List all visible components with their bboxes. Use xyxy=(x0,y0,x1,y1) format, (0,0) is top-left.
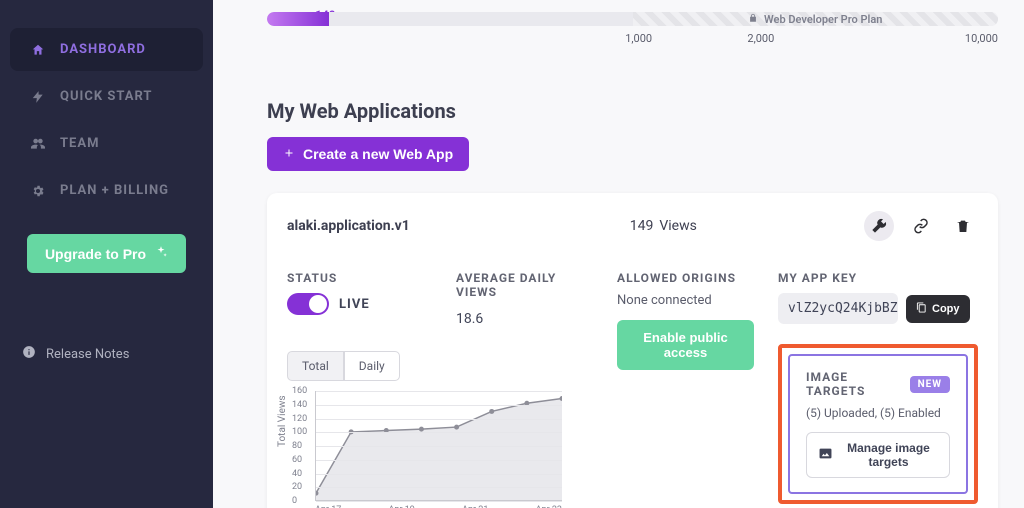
copy-icon xyxy=(916,302,927,316)
tab-daily[interactable]: Daily xyxy=(344,351,400,381)
enable-public-access-button[interactable]: Enable public access xyxy=(617,320,754,370)
origins-heading: ALLOWED ORIGINS xyxy=(617,271,754,285)
chart-y-tick: 140 xyxy=(292,400,307,410)
chart-y-tick: 60 xyxy=(292,455,302,465)
copy-label: Copy xyxy=(932,303,960,315)
status-heading: STATUS xyxy=(287,271,432,285)
delete-button[interactable] xyxy=(948,211,978,241)
sidebar-item-team[interactable]: TEAM xyxy=(10,122,203,165)
usage-bar-locked: Web Developer Pro Plan xyxy=(633,12,999,26)
sidebar-item-label: PLAN + BILLING xyxy=(60,183,169,198)
views-chart: Total Views 020406080100120140160 Apr 17… xyxy=(287,391,562,508)
create-label: Create a new Web App xyxy=(303,146,453,162)
image-targets-panel: IMAGE TARGETS NEW (5) Uploaded, (5) Enab… xyxy=(788,354,968,494)
usage-bar: Web Developer Pro Plan xyxy=(267,12,998,26)
upgrade-label: Upgrade to Pro xyxy=(45,246,146,262)
usage-meter: 149 Web Developer Pro Plan 1,000 2,000 1… xyxy=(267,12,998,45)
appkey-value: vlZ2ycQ24KjbBZ… xyxy=(778,293,898,324)
page-title: My Web Applications xyxy=(267,99,998,123)
usage-bar-fill xyxy=(267,12,329,26)
locked-plan-label: Web Developer Pro Plan xyxy=(764,13,882,26)
bolt-icon xyxy=(30,90,46,104)
create-web-app-button[interactable]: Create a new Web App xyxy=(267,137,469,171)
appkey-heading: MY APP KEY xyxy=(778,271,978,285)
chart-y-tick: 100 xyxy=(292,427,307,437)
upgrade-pro-button[interactable]: Upgrade to Pro xyxy=(27,234,186,273)
release-notes-link[interactable]: Release Notes xyxy=(0,333,213,375)
usage-tick: 1,000 xyxy=(625,32,652,45)
link-button[interactable] xyxy=(906,211,936,241)
sidebar: DASHBOARD QUICK START TEAM PLAN + BILLIN… xyxy=(0,0,213,508)
sidebar-item-label: DASHBOARD xyxy=(60,42,146,57)
avg-heading: AVERAGE DAILY VIEWS xyxy=(456,271,593,299)
status-value: LIVE xyxy=(339,297,370,312)
chart-y-tick: 120 xyxy=(292,414,307,424)
tab-total[interactable]: Total xyxy=(287,351,344,381)
origins-none: None connected xyxy=(617,293,754,308)
sparkle-icon xyxy=(154,245,168,262)
sidebar-item-quickstart[interactable]: QUICK START xyxy=(10,75,203,118)
lock-icon xyxy=(748,13,758,26)
app-views-count: 149 xyxy=(630,218,654,234)
settings-button[interactable] xyxy=(864,211,894,241)
copy-key-button[interactable]: Copy xyxy=(906,295,970,323)
app-name: alaki.application.v1 xyxy=(287,218,410,234)
chart-y-tick: 40 xyxy=(292,469,302,479)
sidebar-item-plan-billing[interactable]: PLAN + BILLING xyxy=(10,169,203,212)
targets-subtitle: (5) Uploaded, (5) Enabled xyxy=(806,406,950,420)
manage-image-targets-button[interactable]: Manage image targets xyxy=(806,432,950,478)
sidebar-item-label: QUICK START xyxy=(60,89,152,104)
usage-tick: 10,000 xyxy=(965,32,998,45)
main-content: 149 Web Developer Pro Plan 1,000 2,000 1… xyxy=(213,0,1024,508)
status-toggle[interactable] xyxy=(287,293,329,315)
chart-y-tick: 160 xyxy=(292,386,307,396)
chart-y-tick: 0 xyxy=(292,496,297,506)
plus-icon xyxy=(283,146,295,162)
chart-y-label: Total Views xyxy=(277,395,288,447)
release-notes-label: Release Notes xyxy=(46,347,129,362)
sidebar-item-dashboard[interactable]: DASHBOARD xyxy=(10,28,203,71)
app-views-label: Views xyxy=(659,218,697,234)
chart-y-tick: 20 xyxy=(292,482,302,492)
chart-y-tick: 80 xyxy=(292,441,302,451)
users-icon xyxy=(30,137,46,151)
home-icon xyxy=(30,43,46,57)
targets-heading: IMAGE TARGETS xyxy=(806,370,902,398)
usage-tick: 2,000 xyxy=(747,32,774,45)
manage-label: Manage image targets xyxy=(840,441,937,469)
web-app-card: alaki.application.v1 149 Views xyxy=(267,193,998,508)
avg-value: 18.6 xyxy=(456,311,593,327)
image-icon xyxy=(819,447,832,463)
info-icon xyxy=(22,345,36,363)
image-targets-highlight: IMAGE TARGETS NEW (5) Uploaded, (5) Enab… xyxy=(778,344,978,504)
new-badge: NEW xyxy=(910,376,950,393)
sidebar-item-label: TEAM xyxy=(60,136,99,151)
gear-icon xyxy=(30,184,46,198)
